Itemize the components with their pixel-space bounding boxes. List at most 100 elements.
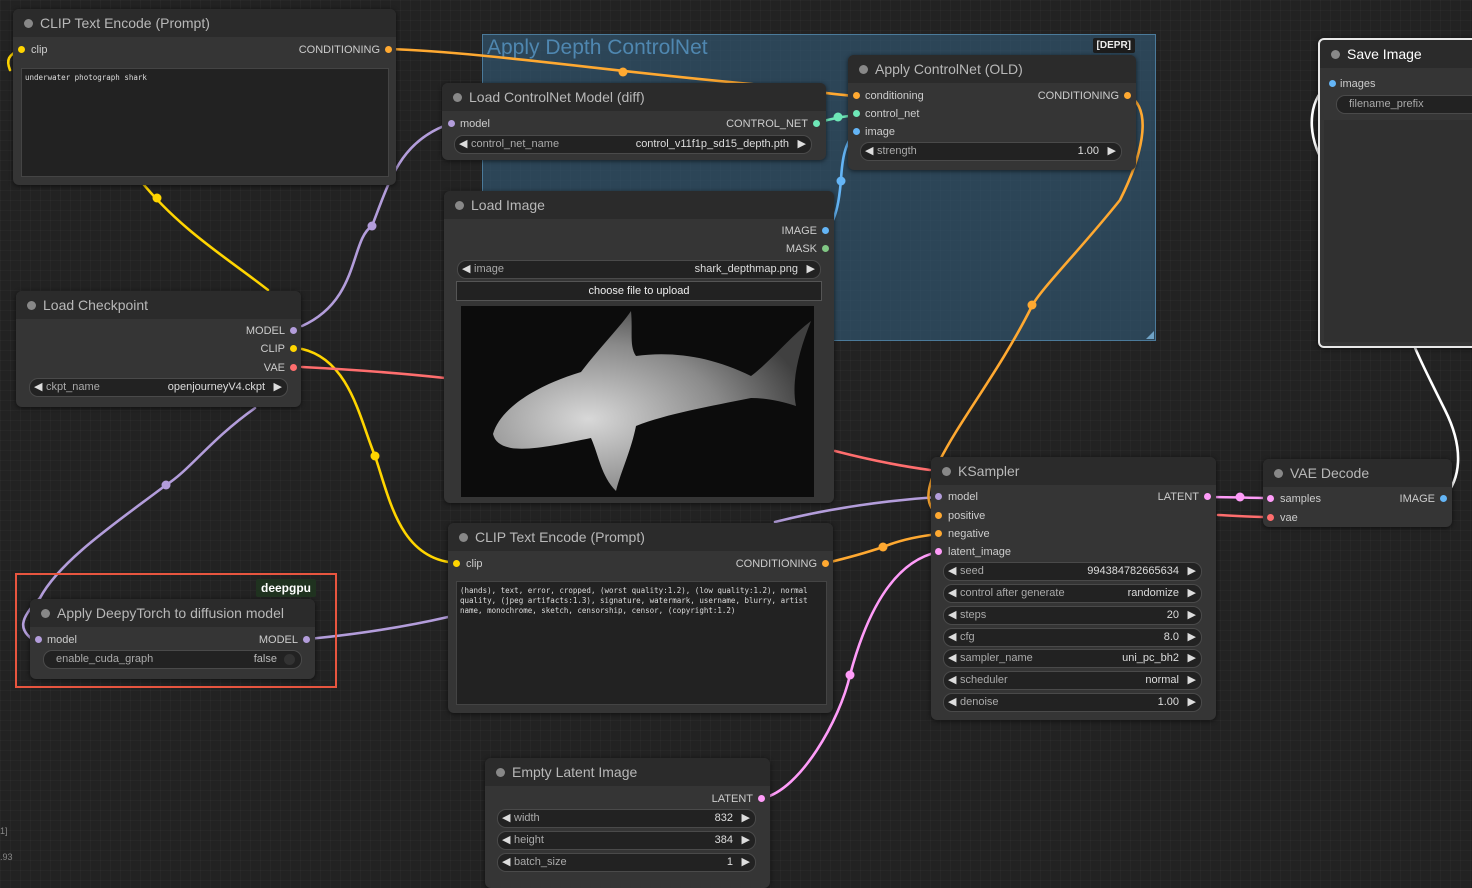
decrement-arrow-icon[interactable]: ◀ [948,608,956,621]
node-header[interactable]: Load Checkpoint [16,291,301,319]
collapse-dot-icon[interactable] [1274,469,1283,478]
decrement-arrow-icon[interactable]: ◀ [865,144,873,157]
conditioning-output-dot[interactable] [1124,92,1131,99]
collapse-dot-icon[interactable] [453,93,462,102]
increment-arrow-icon[interactable]: ▶ [1188,608,1196,621]
collapse-dot-icon[interactable] [1331,50,1340,59]
increment-arrow-icon[interactable]: ▶ [1188,564,1196,577]
prompt-textarea[interactable]: underwater photograph shark [21,68,389,177]
toggle-switch-icon[interactable] [284,654,295,665]
collapse-dot-icon[interactable] [24,19,33,28]
sampler-name-widget[interactable]: ◀ sampler_name uni_pc_bh2 ▶ [943,649,1202,668]
ksampler-node[interactable]: KSampler model LATENT positive negative … [931,457,1216,720]
decrement-arrow-icon[interactable]: ◀ [502,855,510,868]
collapse-dot-icon[interactable] [459,533,468,542]
collapse-dot-icon[interactable] [27,301,36,310]
node-header[interactable]: Load Image [444,191,834,219]
load-checkpoint-node[interactable]: Load Checkpoint MODEL CLIP VAE ◀ ckpt_nam… [16,291,301,407]
decrement-arrow-icon[interactable]: ◀ [948,630,956,643]
increment-arrow-icon[interactable]: ▶ [798,137,806,150]
height-widget[interactable]: ◀ height 384 ▶ [497,831,756,850]
node-header[interactable]: Empty Latent Image [485,758,770,786]
increment-arrow-icon[interactable]: ▶ [742,855,750,868]
collapse-dot-icon[interactable] [455,201,464,210]
negative-prompt-textarea[interactable]: (hands), text, error, cropped, (worst qu… [456,581,827,705]
model-input-dot[interactable] [448,120,455,127]
clip-text-encode-bottom-node[interactable]: CLIP Text Encode (Prompt) clip CONDITION… [448,523,833,713]
model-input-dot[interactable] [35,636,42,643]
node-header[interactable]: CLIP Text Encode (Prompt) [448,523,833,551]
clip-input-dot[interactable] [453,560,460,567]
increment-arrow-icon[interactable]: ▶ [1108,144,1116,157]
positive-input-dot[interactable] [935,512,942,519]
conditioning-output-dot[interactable] [385,46,392,53]
clip-text-encode-top-node[interactable]: CLIP Text Encode (Prompt) clip CONDITION… [13,9,396,185]
ckpt-name-combo[interactable]: ◀ ckpt_name openjourneyV4.ckpt ▶ [29,378,288,397]
upload-button[interactable]: choose file to upload [456,281,822,301]
collapse-dot-icon[interactable] [859,65,868,74]
latent-image-input-dot[interactable] [935,548,942,555]
increment-arrow-icon[interactable]: ▶ [274,380,282,393]
mask-output-dot[interactable] [822,245,829,252]
strength-slider[interactable]: ◀ strength 1.00 ▶ [860,142,1122,161]
node-header[interactable]: Apply ControlNet (OLD) [848,55,1136,83]
decrement-arrow-icon[interactable]: ◀ [459,137,467,150]
apply-controlnet-node[interactable]: Apply ControlNet (OLD) conditioning COND… [848,55,1136,170]
filename-prefix-input[interactable]: filename_prefix [1336,95,1472,114]
decrement-arrow-icon[interactable]: ◀ [948,564,956,577]
decrement-arrow-icon[interactable]: ◀ [462,262,470,275]
increment-arrow-icon[interactable]: ▶ [1188,630,1196,643]
node-header[interactable]: KSampler [931,457,1216,485]
samples-input-dot[interactable] [1267,495,1274,502]
enable-cuda-graph-toggle[interactable]: enable_cuda_graph false [43,650,302,669]
group-resize-corner[interactable] [1146,331,1154,339]
decrement-arrow-icon[interactable]: ◀ [948,651,956,664]
increment-arrow-icon[interactable]: ▶ [742,833,750,846]
decrement-arrow-icon[interactable]: ◀ [948,695,956,708]
collapse-dot-icon[interactable] [942,467,951,476]
load-controlnet-node[interactable]: Load ControlNet Model (diff) model CONTR… [442,83,826,160]
node-header[interactable]: Save Image [1320,40,1472,68]
decrement-arrow-icon[interactable]: ◀ [502,833,510,846]
increment-arrow-icon[interactable]: ▶ [1188,651,1196,664]
increment-arrow-icon[interactable]: ▶ [742,811,750,824]
decrement-arrow-icon[interactable]: ◀ [34,380,42,393]
save-image-node[interactable]: Save Image images filename_prefix [1318,38,1472,348]
latent-output-dot[interactable] [758,795,765,802]
image-input-dot[interactable] [853,128,860,135]
batch-size-widget[interactable]: ◀ batch_size 1 ▶ [497,853,756,872]
collapse-dot-icon[interactable] [41,609,50,618]
negative-input-dot[interactable] [935,530,942,537]
vae-input-dot[interactable] [1267,514,1274,521]
empty-latent-image-node[interactable]: Empty Latent Image LATENT ◀ width 832 ▶ ◀ he… [485,758,770,888]
node-header[interactable]: CLIP Text Encode (Prompt) [13,9,396,37]
clip-input-dot[interactable] [18,46,25,53]
control-net-output-dot[interactable] [813,120,820,127]
collapse-dot-icon[interactable] [496,768,505,777]
decrement-arrow-icon[interactable]: ◀ [948,673,956,686]
decrement-arrow-icon[interactable]: ◀ [948,586,956,599]
conditioning-output-dot[interactable] [822,560,829,567]
image-output-dot[interactable] [822,227,829,234]
control-net-name-combo[interactable]: ◀ control_net_name control_v11f1p_sd15_dep… [454,135,812,154]
increment-arrow-icon[interactable]: ▶ [1188,695,1196,708]
cfg-widget[interactable]: ◀ cfg 8.0 ▶ [943,628,1202,647]
increment-arrow-icon[interactable]: ▶ [1188,586,1196,599]
node-header[interactable]: VAE Decode [1263,459,1452,487]
decrement-arrow-icon[interactable]: ◀ [502,811,510,824]
scheduler-widget[interactable]: ◀ scheduler normal ▶ [943,671,1202,690]
control-net-input-dot[interactable] [853,110,860,117]
control-after-generate-widget[interactable]: ◀ control after generate randomize ▶ [943,584,1202,603]
vae-output-dot[interactable] [290,364,297,371]
image-output-dot[interactable] [1440,495,1447,502]
increment-arrow-icon[interactable]: ▶ [807,262,815,275]
denoise-widget[interactable]: ◀ denoise 1.00 ▶ [943,693,1202,712]
model-input-dot[interactable] [935,493,942,500]
width-widget[interactable]: ◀ width 832 ▶ [497,809,756,828]
load-image-node[interactable]: Load Image IMAGE MASK ◀ image shark_depthm… [444,191,834,503]
image-combo[interactable]: ◀ image shark_depthmap.png ▶ [457,260,821,279]
node-header[interactable]: Load ControlNet Model (diff) [442,83,826,111]
model-output-dot[interactable] [290,327,297,334]
steps-widget[interactable]: ◀ steps 20 ▶ [943,606,1202,625]
latent-output-dot[interactable] [1204,493,1211,500]
